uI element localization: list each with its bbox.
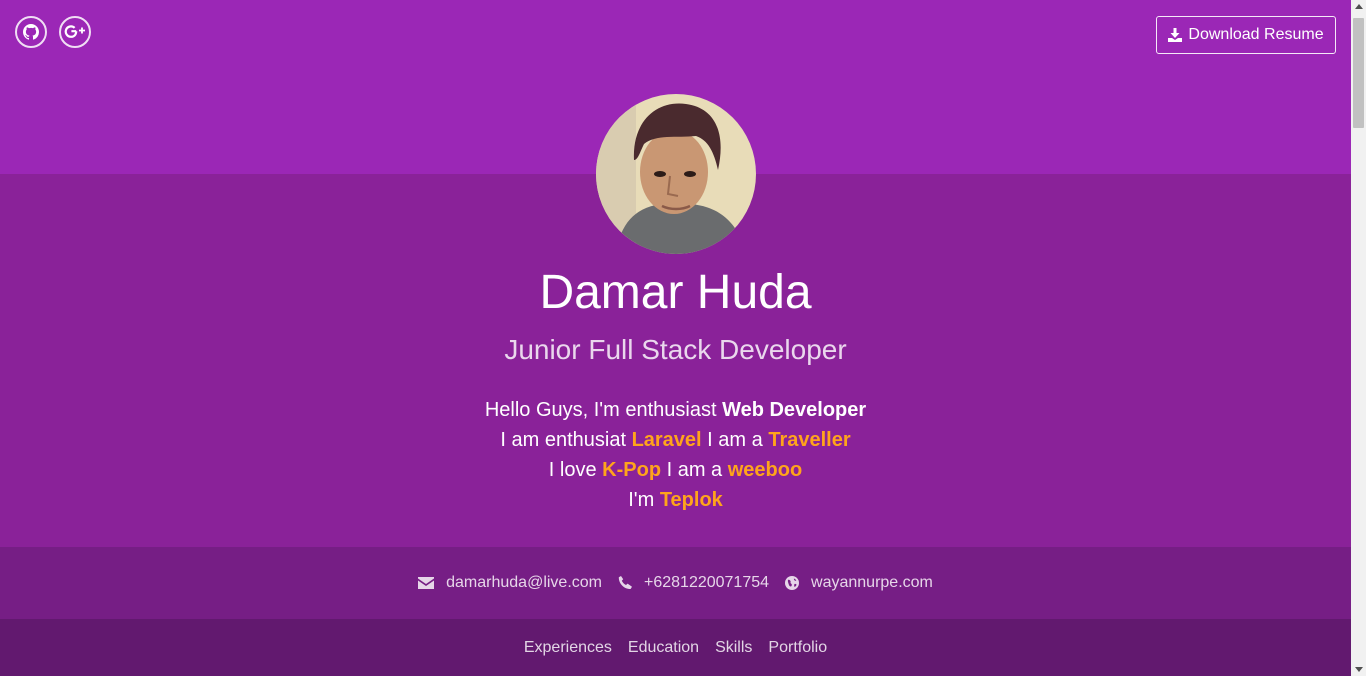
contact-email-value: damarhuda@live.com bbox=[446, 574, 602, 591]
bio-text: I am a bbox=[701, 429, 769, 451]
bio-text: I am enthusiat bbox=[500, 429, 632, 451]
contact-phone[interactable]: +6281220071754 bbox=[618, 574, 769, 592]
page: Download Resume Damar Huda Junior Full S… bbox=[0, 0, 1351, 676]
bio-line: I am enthusiat Laravel I am a Traveller bbox=[0, 425, 1351, 455]
scroll-up-arrow-icon[interactable] bbox=[1355, 4, 1363, 9]
google-plus-icon bbox=[64, 25, 85, 38]
download-resume-label: Download Resume bbox=[1188, 26, 1324, 43]
contact-website[interactable]: wayannurpe.com bbox=[785, 574, 933, 592]
bio-highlight: weeboo bbox=[727, 459, 803, 481]
bio-text: I love bbox=[548, 459, 603, 481]
bio-line: I love K-Pop I am a weeboo bbox=[0, 455, 1351, 485]
github-icon bbox=[23, 24, 39, 40]
bio-highlight: Teplok bbox=[659, 489, 723, 511]
nav-skills[interactable]: Skills bbox=[715, 639, 752, 657]
contact-email[interactable]: damarhuda@live.com bbox=[418, 574, 602, 592]
bio-bold-text: Web Developer bbox=[722, 399, 867, 421]
vertical-scrollbar[interactable] bbox=[1351, 0, 1366, 676]
scroll-down-arrow-icon[interactable] bbox=[1355, 667, 1363, 672]
bio-line: I'm Teplok bbox=[0, 485, 1351, 515]
contact-website-value: wayannurpe.com bbox=[811, 574, 933, 591]
profile-name: Damar Huda bbox=[539, 266, 812, 319]
profile-photo bbox=[596, 94, 756, 254]
section-nav: Experiences Education Skills Portfolio bbox=[0, 619, 1351, 676]
scroll-thumb[interactable] bbox=[1353, 18, 1364, 128]
download-resume-button[interactable]: Download Resume bbox=[1156, 16, 1336, 54]
bio-text: I am a bbox=[661, 459, 728, 481]
bio: Hello Guys, I'm enthusiast Web Developer… bbox=[0, 395, 1351, 515]
phone-icon bbox=[618, 576, 632, 590]
contact-phone-value: +6281220071754 bbox=[644, 574, 770, 591]
nav-experiences[interactable]: Experiences bbox=[524, 639, 612, 657]
bio-highlight: K-Pop bbox=[602, 459, 662, 481]
nav-portfolio[interactable]: Portfolio bbox=[768, 639, 827, 657]
globe-icon bbox=[785, 576, 800, 590]
contact-list: damarhuda@live.com +6281220071754 wayann… bbox=[0, 547, 1351, 619]
profile-title: Junior Full Stack Developer bbox=[504, 334, 847, 365]
github-link[interactable] bbox=[15, 16, 47, 48]
google-plus-link[interactable] bbox=[59, 16, 91, 48]
download-icon bbox=[1168, 28, 1183, 42]
bio-highlight: Laravel bbox=[631, 429, 702, 451]
nav-education[interactable]: Education bbox=[628, 639, 699, 657]
bio-text: Hello Guys, I'm enthusiast bbox=[484, 399, 723, 421]
bio-line: Hello Guys, I'm enthusiast Web Developer bbox=[0, 395, 1351, 425]
envelope-icon bbox=[418, 577, 435, 589]
bio-text: I'm bbox=[628, 489, 660, 511]
bio-highlight: Traveller bbox=[768, 429, 851, 451]
